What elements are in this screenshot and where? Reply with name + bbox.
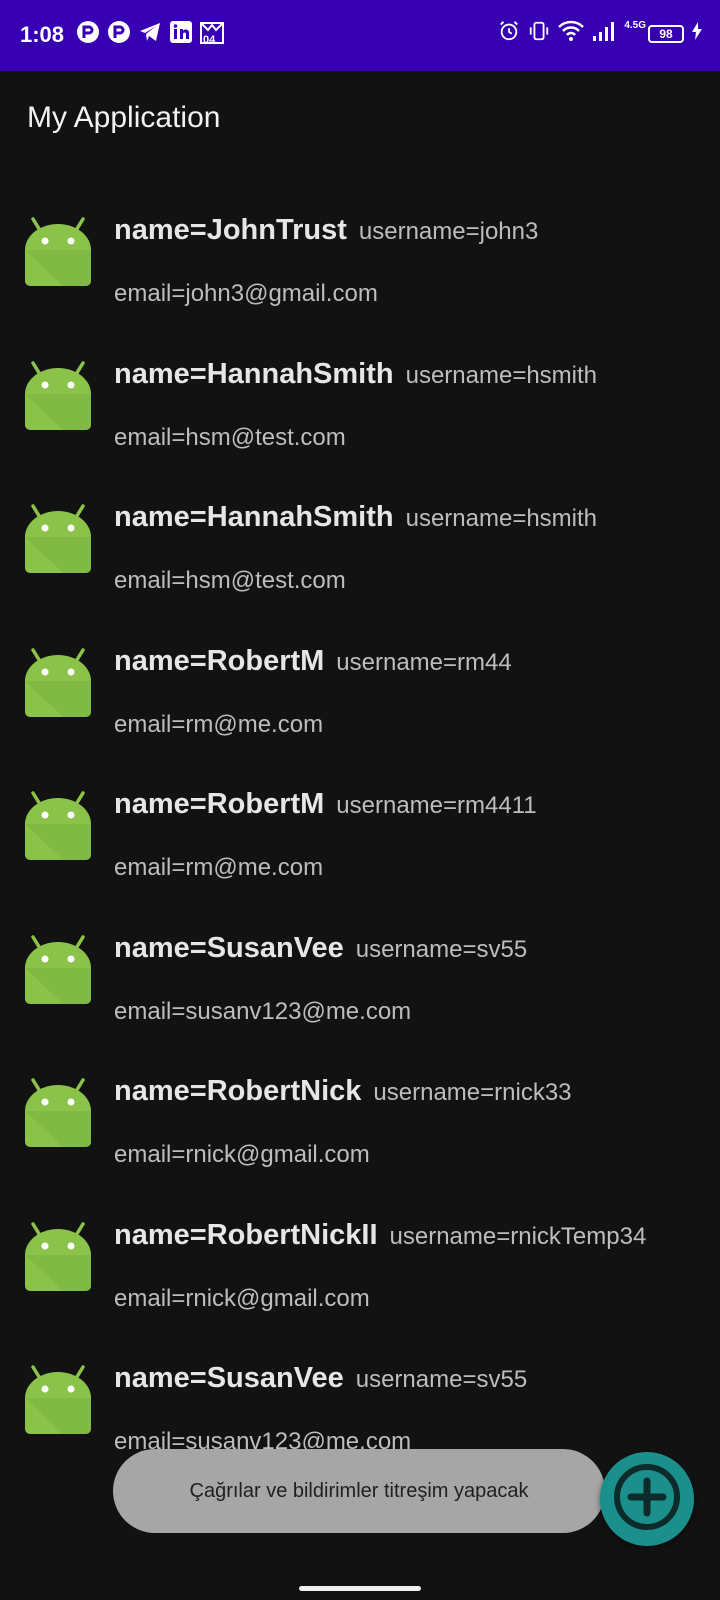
android-icon (23, 934, 93, 1006)
navigation-bar (0, 1572, 720, 1600)
system-icons: 4.5G 98 (498, 20, 702, 47)
android-icon (23, 503, 93, 575)
toast-message: Çağrılar ve bildirimler titreşim yapacak (113, 1449, 605, 1533)
wifi-icon (558, 20, 585, 47)
user-title-line: name=SusanVee username=sv55 (114, 932, 527, 965)
network-type: 4.5G (624, 20, 646, 31)
user-username: username=sv55 (355, 935, 528, 963)
toast-text: Çağrılar ve bildirimler titreşim yapacak (189, 1479, 529, 1502)
linkedin-icon (169, 20, 193, 44)
calendar-day: 04 (203, 34, 216, 46)
status-time: 1:08 (20, 22, 65, 47)
user-username: username=john3 (358, 218, 539, 245)
user-email: email=rnick@gmail.com (114, 1284, 370, 1312)
list-item[interactable]: name=JohnTrust username=john3 email=john3… (0, 186, 720, 330)
user-email: email=rm@me.com (114, 854, 324, 881)
user-email: email=john3@gmail.com (114, 280, 378, 307)
list-item[interactable]: name=RobertNick username=rnick33 email=rn… (0, 1047, 720, 1191)
user-username: username=rm4411 (336, 792, 537, 819)
user-name: name=JohnTrust (114, 214, 347, 246)
notification-icons: 04 (76, 20, 224, 46)
list-item[interactable]: name=RobertM username=rm4411 email=rm@me.… (0, 760, 720, 904)
user-title-line: name=RobertM username=rm44 (114, 645, 512, 678)
battery-icon: 98 (648, 24, 684, 43)
home-gesture-handle[interactable] (299, 1586, 421, 1591)
user-username: username=hsmith (405, 361, 598, 389)
user-name: name=RobertM (114, 644, 325, 677)
user-title-line: name=RobertM username=rm4411 (114, 788, 537, 821)
user-name: name=SusanVee (114, 1362, 344, 1394)
user-email: email=rm@me.com (114, 710, 324, 738)
user-title-line: name=HannahSmith username=hsmith (114, 358, 597, 391)
user-email: email=rnick@gmail.com (114, 1141, 370, 1168)
user-email: email=hsm@test.com (114, 423, 346, 451)
user-title-line: name=JohnTrust username=john3 (114, 214, 538, 247)
user-title-line: name=HannahSmith username=hsmith (114, 501, 597, 534)
add-circle-icon (611, 1461, 683, 1538)
user-name: name=RobertM (114, 788, 325, 820)
alarm-icon (498, 20, 520, 47)
user-username: username=hsmith (405, 505, 598, 532)
calendar-icon: 04 (200, 20, 224, 46)
android-icon (23, 790, 93, 862)
list-item[interactable]: name=HannahSmith username=hsmith email=hs… (0, 330, 720, 474)
user-name: name=RobertNick (114, 1075, 362, 1107)
android-icon (23, 360, 93, 432)
android-icon (23, 1221, 93, 1293)
user-email: email=susanv123@me.com (114, 997, 412, 1025)
list-item[interactable]: name=RobertM username=rm44 email=rm@me.co… (0, 617, 720, 761)
signal-icon (592, 20, 616, 47)
user-name: name=RobertNickII (114, 1218, 378, 1251)
user-username: username=rm44 (336, 648, 512, 676)
vibrate-icon (528, 20, 550, 47)
android-icon (23, 216, 93, 288)
user-name: name=SusanVee (114, 931, 344, 964)
add-user-button[interactable] (600, 1452, 694, 1546)
user-name: name=HannahSmith (114, 501, 394, 533)
android-icon (23, 1364, 93, 1436)
user-username: username=rnickTemp34 (389, 1222, 647, 1250)
app-r-icon (107, 20, 131, 44)
user-username: username=rnick33 (373, 1079, 572, 1106)
app-r-icon (76, 20, 100, 44)
user-name: name=HannahSmith (114, 357, 394, 390)
android-icon (23, 1077, 93, 1149)
user-title-line: name=RobertNickII username=rnickTemp34 (114, 1219, 646, 1252)
user-username: username=sv55 (355, 1366, 528, 1393)
user-title-line: name=SusanVee username=sv55 (114, 1362, 527, 1395)
android-icon (23, 647, 93, 719)
charging-icon (692, 22, 702, 45)
app-title: My Application (27, 101, 221, 134)
user-title-line: name=RobertNick username=rnick33 (114, 1075, 572, 1108)
list-item[interactable]: name=HannahSmith username=hsmith email=hs… (0, 473, 720, 617)
telegram-icon (138, 20, 162, 44)
list-item[interactable]: name=RobertNickII username=rnickTemp34 em… (0, 1191, 720, 1335)
battery-level: 98 (659, 26, 673, 41)
status-bar: 1:08 04 4.5G 98 (0, 0, 720, 71)
user-email: email=hsm@test.com (114, 567, 346, 594)
list-item[interactable]: name=SusanVee username=sv55 email=susanv1… (0, 904, 720, 1048)
app-bar: My Application (0, 71, 720, 171)
user-list[interactable]: name=JohnTrust username=john3 email=john3… (0, 186, 720, 1478)
